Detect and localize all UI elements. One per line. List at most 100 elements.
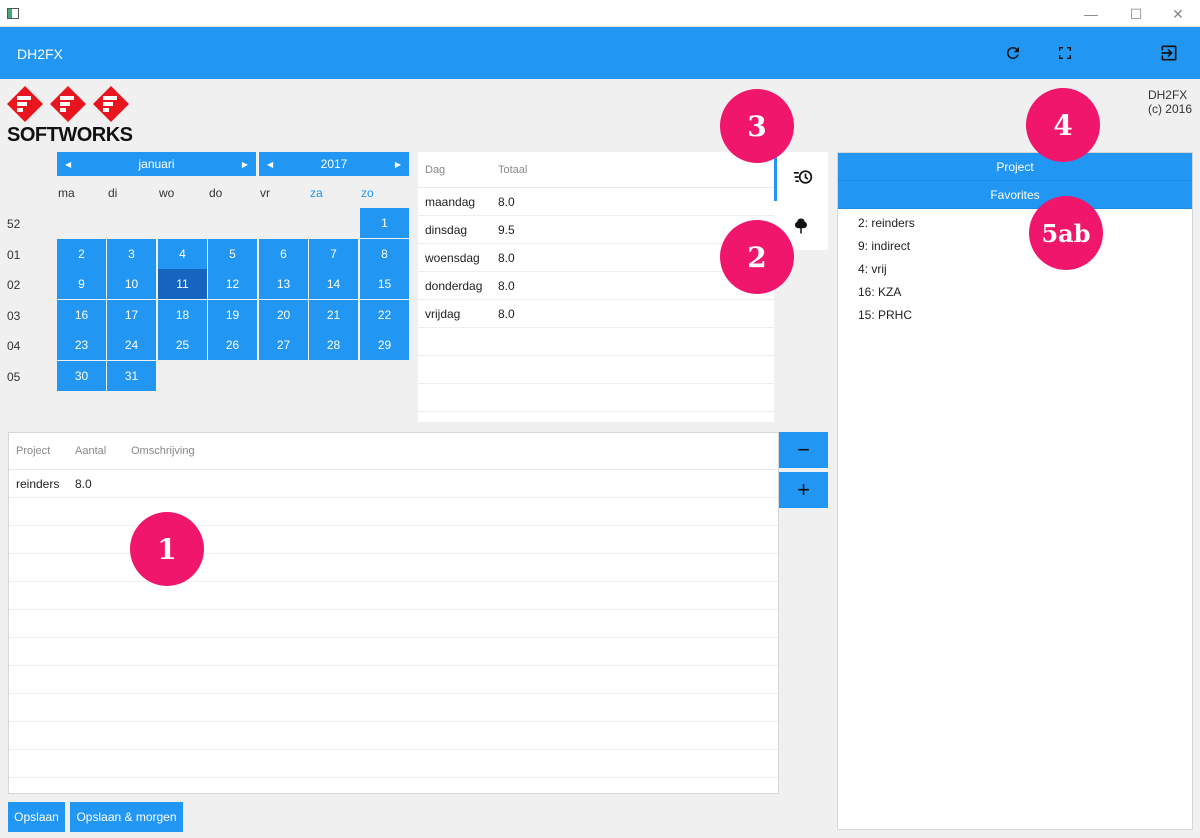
entry-empty-row [9,582,778,610]
calendar-day[interactable]: 6 [259,239,308,269]
totals-totaal-cell: 8.0 [498,306,515,321]
month-label: januari [138,157,175,171]
calendar-day[interactable]: 4 [158,239,207,269]
calendar-day[interactable]: 17 [107,300,156,330]
calendar-day[interactable]: 2 [57,239,106,269]
totals-row[interactable]: maandag 8.0 [418,188,774,216]
totals-row[interactable]: donderdag 8.0 [418,272,774,300]
calendar-day[interactable]: 3 [107,239,156,269]
favorite-item[interactable]: 2: reinders [838,211,1192,234]
calendar-day[interactable]: 13 [259,269,308,299]
totals-totaal-cell: 8.0 [498,278,515,293]
totals-dag-cell: vrijdag [425,306,461,321]
calendar-day[interactable]: 15 [360,269,409,299]
favorite-item[interactable]: 16: KZA [838,280,1192,303]
weekday-header: ma [58,186,75,200]
refresh-button[interactable] [1001,41,1025,65]
totals-totaal-cell: 8.0 [498,194,515,209]
calendar-day[interactable]: 1 [360,208,409,238]
next-year-icon[interactable]: ▶ [395,160,401,169]
entry-row[interactable]: reinders 8.0 [9,470,778,498]
tab-history[interactable] [774,152,828,201]
minimize-button[interactable]: — [1076,4,1106,24]
calendar-day[interactable]: 24 [107,330,156,360]
calendar-day[interactable]: 5 [208,239,257,269]
totals-header: Dag Totaal [418,152,774,188]
calendar-day[interactable]: 26 [208,330,257,360]
next-month-icon[interactable]: ▶ [242,160,248,169]
header-aantal: Aantal [75,445,107,457]
calendar-day[interactable]: 31 [107,361,156,391]
weekday-header: di [108,186,118,200]
favorite-item[interactable]: 15: PRHC [838,303,1192,326]
favorite-item[interactable]: 9: indirect [838,234,1192,257]
calendar-day[interactable]: 19 [208,300,257,330]
prev-year-icon[interactable]: ◀ [267,160,273,169]
version-info: DH2FX (c) 2016 [1148,88,1192,116]
week-number: 04 [7,339,21,353]
calendar-day[interactable]: 20 [259,300,308,330]
calendar-day[interactable]: 10 [107,269,156,299]
softworks-logo: SOFTWORKS [7,86,137,146]
save-and-tomorrow-button[interactable]: Opslaan & morgen [70,802,183,832]
weekday-header: wo [159,186,175,200]
tab-project[interactable]: Project [838,153,1192,181]
logout-icon [1161,45,1177,61]
entry-empty-row [9,638,778,666]
calendar-day[interactable]: 14 [309,269,358,299]
window-titlebar: — ☐ ✕ [0,0,1200,27]
calendar-day[interactable]: 29 [360,330,409,360]
tab-favorites[interactable]: Favorites [838,181,1192,209]
week-number: 03 [7,309,21,323]
calendar-day[interactable]: 9 [57,269,106,299]
calendar-day[interactable]: 28 [309,330,358,360]
weekday-header: zo [361,186,374,200]
fullscreen-button[interactable] [1053,41,1077,65]
app-window-icon [7,8,19,19]
header-project: Project [16,445,51,457]
week-number: 01 [7,248,21,262]
annotation-badge-5ab: 5ab [1029,196,1103,270]
calendar-day[interactable]: 12 [208,269,257,299]
calendar-day[interactable]: 7 [309,239,358,269]
close-button[interactable]: ✕ [1163,4,1193,24]
calendar-day[interactable]: 8 [360,239,409,269]
totals-empty-row [418,356,774,384]
year-selector: ◀ 2017 ▶ [259,152,409,176]
day-totals-table: Dag Totaal maandag 8.0 dinsdag 9.5 woensdag 8… [418,152,774,422]
entry-empty-row [9,554,778,582]
refresh-icon [1006,46,1019,59]
entry-project-cell: reinders [16,476,60,491]
history-icon [793,169,812,184]
annotation-badge-3: 3 [720,89,794,163]
weekday-header: do [209,186,223,200]
calendar-day[interactable]: 18 [158,300,207,330]
prev-month-icon[interactable]: ◀ [65,160,71,169]
add-entry-button[interactable]: + [779,472,828,508]
totals-dag-cell: woensdag [425,250,480,265]
logo-diamonds-icon [7,86,129,122]
calendar-day-selected[interactable]: 11 [158,269,207,299]
calendar-day[interactable]: 21 [309,300,358,330]
totals-row[interactable]: dinsdag 9.5 [418,216,774,244]
calendar-day[interactable]: 23 [57,330,106,360]
calendar-day[interactable]: 16 [57,300,106,330]
week-number: 02 [7,278,21,292]
year-label: 2017 [320,157,348,171]
logout-button[interactable] [1157,41,1181,65]
totals-row[interactable]: vrijdag 8.0 [418,300,774,328]
fullscreen-icon [1059,47,1071,59]
entry-aantal-cell: 8.0 [75,476,92,491]
save-button[interactable]: Opslaan [8,802,65,832]
month-selector: ◀ januari ▶ [57,152,256,176]
calendar-day[interactable]: 27 [259,330,308,360]
remove-entry-button[interactable]: − [779,432,828,468]
maximize-button[interactable]: ☐ [1121,4,1151,24]
week-number: 05 [7,370,21,384]
annotation-badge-1: 1 [130,512,204,586]
calendar-day[interactable]: 30 [57,361,106,391]
calendar-day[interactable]: 25 [158,330,207,360]
app-bar: DH2FX [0,27,1200,79]
calendar-day[interactable]: 22 [360,300,409,330]
favorite-item[interactable]: 4: vrij [838,257,1192,280]
